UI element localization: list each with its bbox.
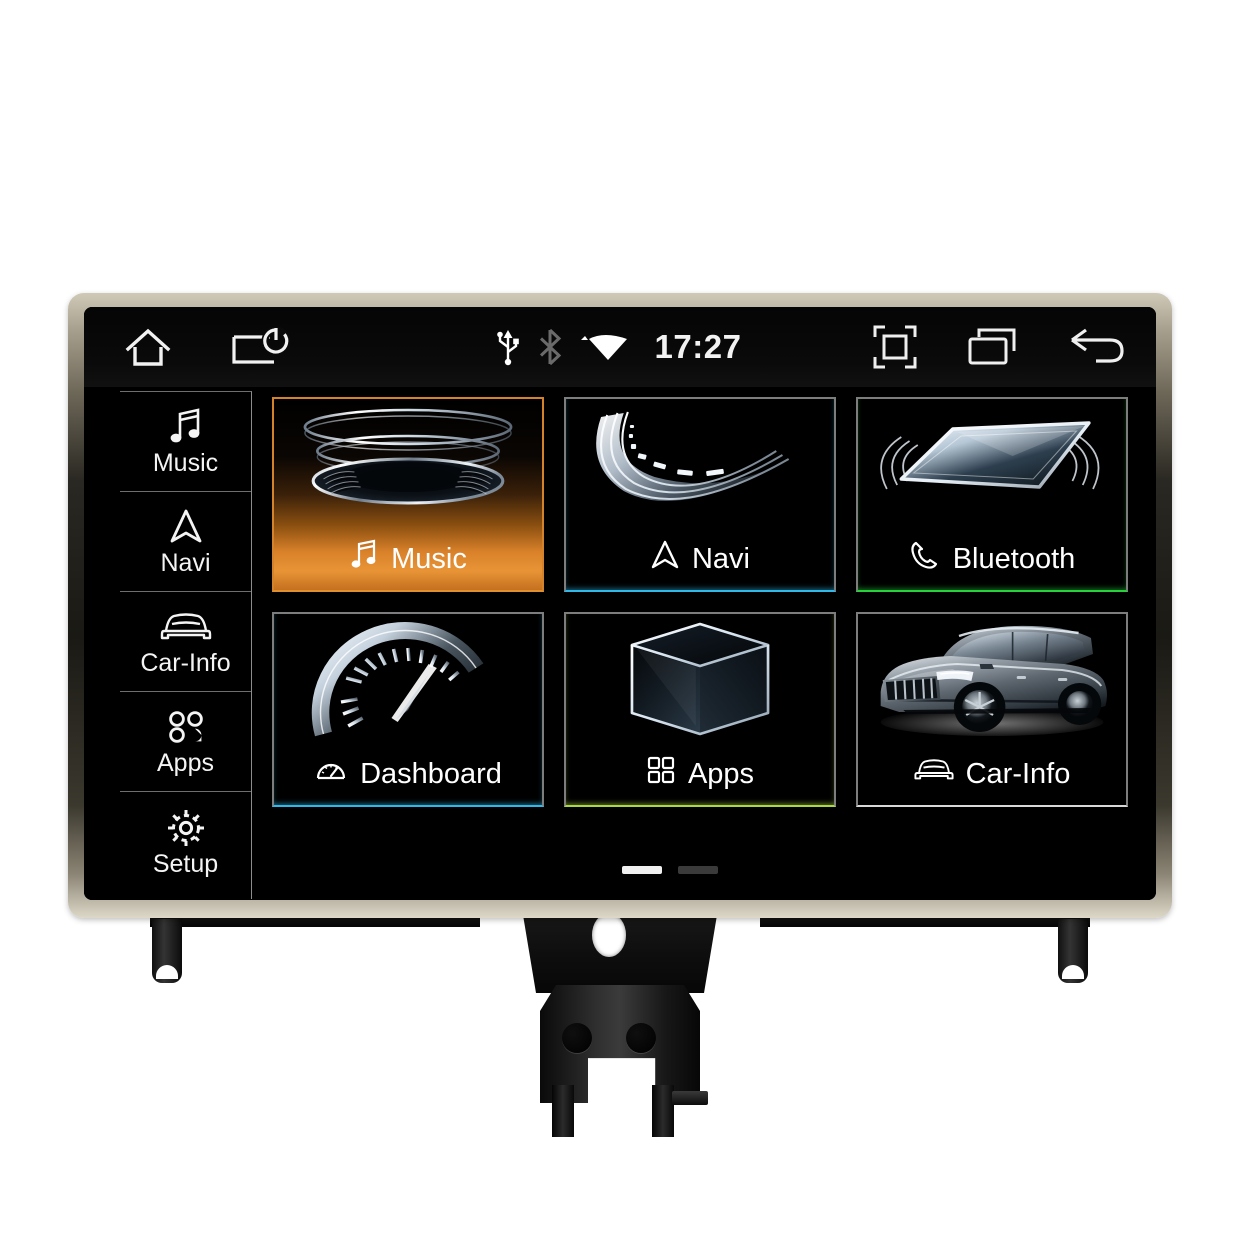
- music-note-icon: [349, 539, 379, 579]
- bracket-stem-foot-right: [652, 1085, 674, 1137]
- car-front-icon: [914, 756, 954, 792]
- display-screen: 17:27 Music Navi Car-Info Apps Setup Mus…: [84, 307, 1156, 900]
- bracket-leg-left: [152, 919, 182, 983]
- bracket-stem-foot-left: [552, 1085, 574, 1137]
- tile-caption: Navi: [566, 528, 834, 590]
- page-dot-1[interactable]: [622, 866, 662, 874]
- tile-grid: Music Navi Bluetooth Dashboard Apps Car-…: [272, 397, 1128, 807]
- sidebar-item-music[interactable]: Music: [120, 392, 251, 492]
- gear-icon: [165, 808, 207, 848]
- bracket-hub-hole: [592, 913, 626, 957]
- tile-label: Car-Info: [965, 757, 1071, 790]
- status-bar: 17:27: [84, 307, 1156, 387]
- tile-bluetooth[interactable]: Bluetooth: [856, 397, 1128, 592]
- tile-art-curved-road: [566, 399, 834, 527]
- tile-label: Apps: [687, 757, 755, 790]
- tile-car-info[interactable]: Car-Info: [856, 612, 1128, 807]
- tile-music[interactable]: Music: [272, 397, 544, 592]
- bracket-stem-hole-right: [626, 1023, 656, 1053]
- back-icon[interactable]: [1068, 326, 1126, 368]
- page-indicator: [84, 866, 1156, 874]
- tile-apps[interactable]: Apps: [564, 612, 836, 807]
- tile-caption: Dashboard: [274, 743, 542, 805]
- status-bar-right-group: [872, 324, 1126, 370]
- screenshot-icon[interactable]: [872, 324, 918, 370]
- tile-art-speedometer-gauge: [274, 614, 542, 742]
- mounting-bracket: [0, 895, 1238, 1155]
- tile-label: Navi: [691, 542, 750, 575]
- home-icon[interactable]: [124, 325, 172, 369]
- page-dot-2[interactable]: [678, 866, 718, 874]
- sidebar-item-apps[interactable]: Apps: [120, 692, 251, 792]
- tile-art-wireframe-cube: [566, 614, 834, 742]
- speedometer-icon: [314, 754, 348, 794]
- tile-art-phone-waves: [858, 399, 1126, 527]
- tile-label: Bluetooth: [952, 542, 1076, 575]
- tile-caption: Bluetooth: [858, 528, 1126, 590]
- sidebar-item-label: Navi: [160, 549, 211, 577]
- screenshot-root: 17:27 Music Navi Car-Info Apps Setup Mus…: [0, 0, 1238, 1245]
- navigation-arrow-icon: [168, 507, 204, 547]
- wifi-icon: [577, 327, 631, 367]
- tile-caption: Apps: [566, 743, 834, 805]
- tile-label: Music: [391, 542, 467, 575]
- clock: 17:27: [654, 328, 742, 365]
- screen-off-icon[interactable]: [230, 325, 292, 369]
- bluetooth-icon: [537, 327, 563, 367]
- sidebar: Music Navi Car-Info Apps Setup: [120, 391, 252, 899]
- bracket-stem-hole-left: [562, 1023, 592, 1053]
- sidebar-item-label: Car-Info: [140, 649, 231, 677]
- sidebar-item-label: Apps: [157, 749, 214, 777]
- home-screen-body: Music Navi Car-Info Apps Setup Music Nav…: [84, 387, 1156, 900]
- grid-squares-icon: [646, 755, 676, 793]
- tile-dashboard[interactable]: Dashboard: [272, 612, 544, 807]
- sidebar-item-car-info[interactable]: Car-Info: [120, 592, 251, 692]
- sidebar-item-navi[interactable]: Navi: [120, 492, 251, 592]
- sidebar-item-label: Music: [152, 449, 219, 477]
- music-note-icon: [167, 407, 205, 447]
- car-front-icon: [160, 607, 212, 647]
- phone-handset-icon: [909, 539, 941, 579]
- tile-caption: Music: [274, 528, 542, 590]
- head-unit-bezel: 17:27 Music Navi Car-Info Apps Setup Mus…: [68, 293, 1172, 918]
- tile-art-stacked-speaker-rings: [274, 399, 542, 527]
- tile-label: Dashboard: [360, 757, 502, 790]
- tile-caption: Car-Info: [858, 743, 1126, 805]
- status-bar-left-group: [124, 325, 292, 369]
- usb-icon: [493, 327, 523, 367]
- tile-art-suv-photo: [858, 614, 1126, 742]
- recent-apps-icon[interactable]: [966, 325, 1020, 369]
- bracket-leg-right: [1058, 919, 1088, 983]
- tile-navi[interactable]: Navi: [564, 397, 836, 592]
- sidebar-item-setup[interactable]: Setup: [120, 792, 251, 892]
- apps-dots-icon: [164, 707, 208, 747]
- bracket-stem-tab: [672, 1091, 708, 1105]
- navigation-arrow-icon: [650, 539, 680, 579]
